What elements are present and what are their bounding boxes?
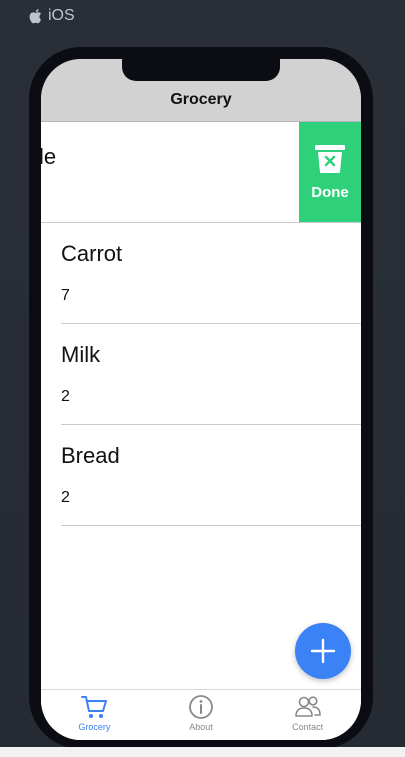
people-icon bbox=[294, 696, 321, 717]
item-name-partial: le bbox=[41, 144, 57, 169]
list-item[interactable]: Bread 2 bbox=[41, 425, 361, 526]
tab-label: Grocery bbox=[78, 722, 111, 732]
item-name: Bread bbox=[61, 443, 120, 468]
tab-bar: Grocery About Contact bbox=[41, 689, 361, 740]
trash-icon bbox=[315, 144, 345, 173]
info-icon bbox=[189, 695, 213, 719]
item-name: Milk bbox=[61, 342, 101, 367]
plus-icon bbox=[310, 638, 336, 664]
platform-indicator: iOS bbox=[28, 7, 75, 25]
apple-icon bbox=[29, 9, 42, 24]
row-divider bbox=[61, 525, 361, 526]
tab-grocery[interactable]: Grocery bbox=[41, 690, 148, 740]
done-action-button[interactable]: Done bbox=[299, 122, 361, 222]
done-label: Done bbox=[311, 183, 349, 201]
item-quantity: 2 bbox=[61, 388, 70, 405]
tab-label: About bbox=[189, 722, 213, 732]
platform-label: iOS bbox=[48, 7, 75, 24]
cart-icon bbox=[81, 696, 108, 718]
add-item-button[interactable] bbox=[295, 623, 351, 679]
item-quantity: 2 bbox=[61, 489, 70, 506]
tab-label: Contact bbox=[292, 722, 324, 732]
page-title: Grocery bbox=[170, 91, 232, 108]
item-quantity: 7 bbox=[61, 287, 70, 304]
page-footer-strip bbox=[0, 747, 405, 757]
list-item-swiped[interactable]: le Done bbox=[41, 122, 361, 223]
device-notch bbox=[122, 59, 280, 81]
tab-contact[interactable]: Contact bbox=[254, 690, 361, 740]
item-name: Carrot bbox=[61, 241, 123, 266]
list-item[interactable]: Milk 2 bbox=[41, 324, 361, 425]
tab-about[interactable]: About bbox=[148, 690, 255, 740]
list-item[interactable]: Carrot 7 bbox=[41, 223, 361, 324]
app-screen: Grocery le Done Carrot 7 Milk 2 Bread 2 bbox=[41, 59, 361, 740]
